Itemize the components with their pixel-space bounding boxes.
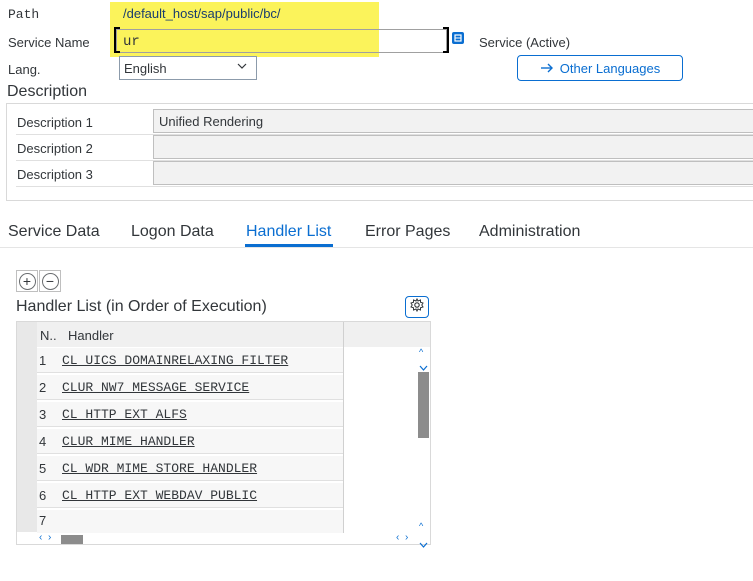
service-name-bracket-left (114, 27, 120, 53)
description-1-label: Description 1 (17, 115, 93, 130)
chevron-right-icon[interactable]: › (48, 532, 51, 543)
chevron-down-icon (236, 60, 248, 75)
chevron-left-icon[interactable]: ‹ (396, 532, 399, 543)
row-number: 7 (39, 513, 47, 528)
tab-error-pages[interactable]: Error Pages (365, 223, 450, 241)
scroll-up-icon[interactable]: ^ (419, 348, 423, 357)
minus-circle-icon: − (41, 272, 59, 290)
description-2-field[interactable] (153, 135, 753, 159)
description-1-value: Unified Rendering (159, 114, 264, 129)
column-header-handler[interactable]: Handler (68, 328, 114, 343)
row-number: 4 (39, 434, 47, 449)
arrow-right-icon (540, 61, 554, 76)
lang-select-value: English (124, 61, 167, 76)
service-name-label: Service Name (8, 35, 90, 50)
handler-link[interactable]: CL_UICS_DOMAINRELAXING_FILTER (62, 353, 288, 368)
lang-select[interactable]: English (119, 56, 257, 80)
other-languages-button[interactable]: Other Languages (517, 55, 683, 81)
service-name-field[interactable] (116, 29, 447, 53)
table-settings-button[interactable] (405, 296, 429, 318)
handler-link[interactable]: CLUR_NW7_MESSAGE_SERVICE (62, 380, 249, 395)
service-status: Service (Active) (479, 35, 571, 50)
horizontal-scroll-thumb[interactable] (61, 535, 83, 544)
description-2-label: Description 2 (17, 141, 93, 156)
add-row-button[interactable]: + (16, 270, 38, 292)
lang-label: Lang. (8, 62, 41, 77)
chevron-left-icon[interactable]: ‹ (39, 532, 42, 543)
row-number: 2 (39, 380, 47, 395)
vertical-scroll-thumb[interactable] (418, 372, 429, 438)
other-languages-label: Other Languages (559, 60, 661, 76)
row-number: 6 (39, 488, 47, 503)
row-number: 1 (39, 353, 47, 368)
scroll-up-icon-bottom[interactable]: ^ (419, 522, 423, 531)
tab-logon-data[interactable]: Logon Data (131, 223, 214, 241)
gear-icon (410, 297, 424, 317)
path-value: /default_host/sap/public/bc/ (123, 6, 281, 21)
handler-link[interactable]: CLUR_MIME_HANDLER (62, 434, 195, 449)
row-selector-column (17, 322, 37, 532)
handler-link[interactable]: CL_WDR_MIME_STORE_HANDLER (62, 461, 257, 476)
service-name-value: ur (123, 34, 140, 50)
column-header-n[interactable]: N.. (40, 328, 57, 343)
tab-handler-list[interactable]: Handler List (246, 223, 331, 241)
description-3-label: Description 3 (17, 167, 93, 182)
path-label: Path (8, 7, 40, 22)
plus-circle-icon: + (18, 272, 36, 290)
description-3-field[interactable] (153, 161, 753, 185)
column-divider-header (343, 322, 344, 347)
tab-bar-divider (0, 247, 753, 248)
column-divider (343, 347, 344, 533)
tab-service-data[interactable]: Service Data (8, 223, 100, 241)
chevron-right-icon[interactable]: › (405, 532, 408, 543)
row-number: 5 (39, 461, 47, 476)
handler-list-title: Handler List (in Order of Execution) (16, 298, 267, 315)
row-7-handler-cell[interactable] (62, 513, 342, 531)
handler-link[interactable]: CL_HTTP_EXT_ALFS (62, 407, 187, 422)
value-help-icon[interactable] (452, 32, 464, 44)
description-1-field[interactable]: Unified Rendering (153, 109, 753, 133)
row-number: 3 (39, 407, 47, 422)
service-name-bracket-right (443, 27, 449, 53)
chevron-down-icon[interactable] (419, 535, 428, 553)
tab-administration[interactable]: Administration (479, 223, 580, 241)
description-row-divider-3 (16, 186, 753, 187)
handler-link[interactable]: CL_HTTP_EXT_WEBDAV_PUBLIC (62, 488, 257, 503)
description-title: Description (7, 83, 88, 100)
remove-row-button[interactable]: − (39, 270, 61, 292)
